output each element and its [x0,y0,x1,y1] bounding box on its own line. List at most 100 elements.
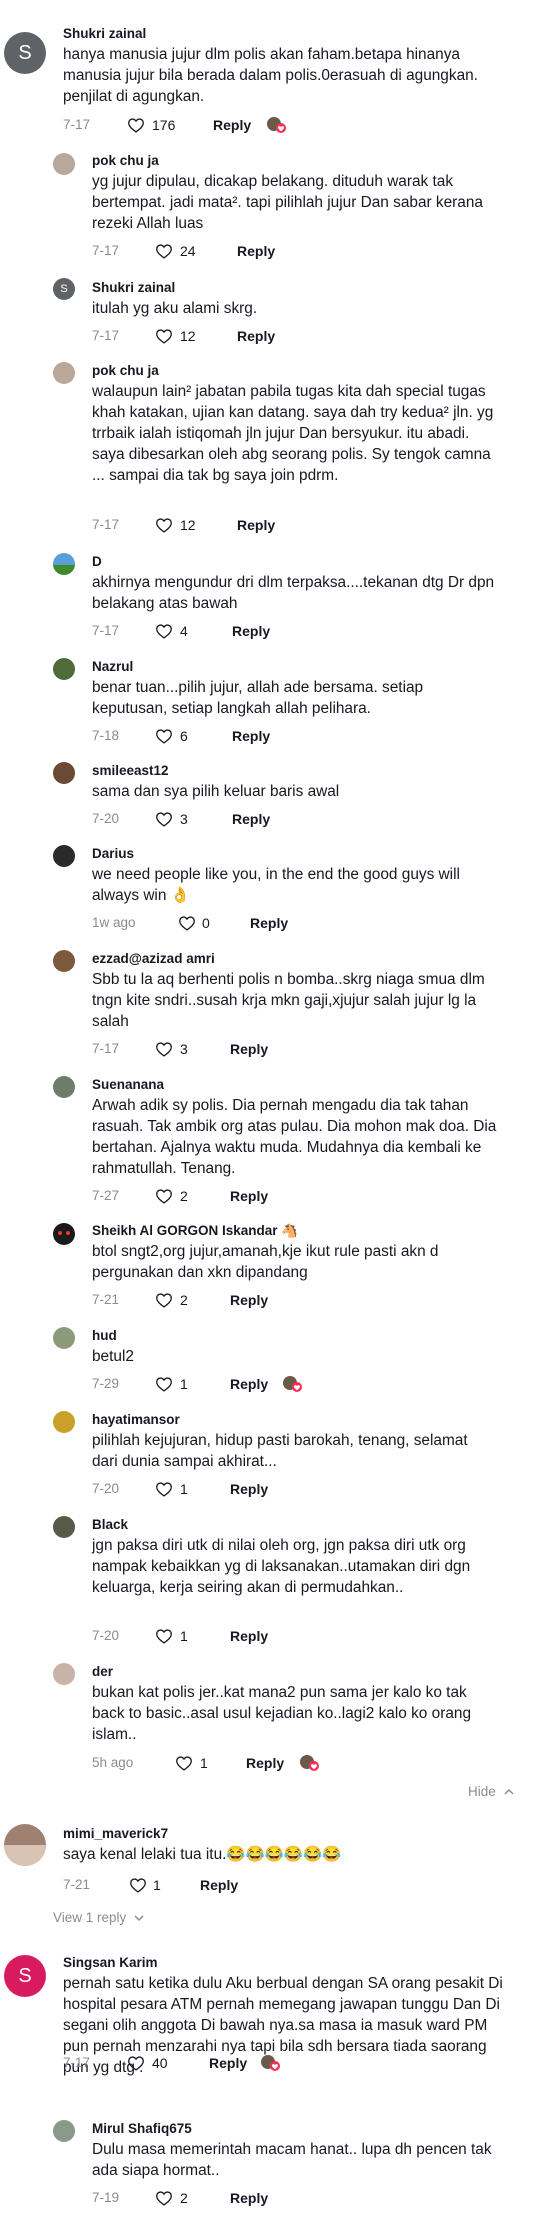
avatar[interactable] [53,845,75,867]
avatar[interactable] [53,1516,75,1538]
avatar[interactable] [53,2120,75,2142]
reply-button[interactable]: Reply [230,2190,268,2206]
avatar[interactable] [53,1223,75,1245]
like-icon[interactable] [175,1755,193,1771]
comment-text: Dulu masa memerintah macam hanat.. lupa … [92,2141,492,2179]
reply-button[interactable]: Reply [200,1877,238,1893]
comment-meta: 7-17 3 Reply [0,1041,533,1059]
comment-username[interactable]: hud [92,1328,117,1343]
comment-meta: 7-20 3 Reply [0,811,533,829]
like-count: 0 [202,915,210,931]
reply-button[interactable]: Reply [237,517,275,533]
comment-username[interactable]: der [92,1664,113,1679]
comment-username[interactable]: pok chu ja [92,153,159,168]
comment-date: 7-17 [92,243,120,258]
avatar[interactable] [53,1076,75,1098]
like-icon[interactable] [127,2055,145,2071]
avatar[interactable] [53,1327,75,1349]
avatar[interactable] [4,1824,46,1866]
comment-username[interactable]: Darius [92,846,134,861]
like-icon[interactable] [155,2190,173,2206]
like-icon[interactable] [129,1877,147,1893]
avatar[interactable] [53,658,75,680]
like-icon[interactable] [155,243,173,259]
avatar[interactable] [53,950,75,972]
hide-replies-button[interactable]: Hide [468,1784,514,1799]
avatar[interactable] [53,762,75,784]
comment-username[interactable]: Sheikh Al GORGON Iskandar 🐴 [92,1223,298,1239]
comment-username[interactable]: smileeast12 [92,763,169,778]
comment-meta: 5h ago 1 Reply [0,1755,533,1773]
reply-button[interactable]: Reply [246,1755,284,1771]
comment-meta: 7-21 1 Reply [0,1877,533,1895]
reply-button[interactable]: Reply [230,1188,268,1204]
like-icon[interactable] [155,328,173,344]
avatar[interactable] [53,1411,75,1433]
like-count: 3 [180,1041,188,1057]
view-replies-button[interactable]: View 1 reply [53,1910,144,1925]
reply-button[interactable]: Reply [232,728,270,744]
like-icon[interactable] [155,1292,173,1308]
comment-date: 7-17 [92,328,120,343]
comment-text: hanya manusia jujur dlm polis akan faham… [63,46,478,105]
comment-username[interactable]: Singsan Karim [63,1955,158,1970]
comment-text: yg jujur dipulau, dicakap belakang. ditu… [92,173,483,232]
like-count: 1 [180,1376,188,1392]
comment-username[interactable]: Shukri zainal [63,26,146,41]
comment-username[interactable]: pok chu ja [92,363,159,378]
avatar[interactable]: S [4,1955,46,1997]
comment-date: 7-17 [92,1041,120,1056]
comment-meta: 7-19 2 Reply [0,2190,533,2208]
reply-button[interactable]: Reply [232,623,270,639]
comment-username[interactable]: hayatimansor [92,1412,180,1427]
avatar[interactable]: S [4,32,46,74]
comment-meta: 7-17 4 Reply [0,623,533,641]
like-count: 2 [180,2190,188,2206]
reply-button[interactable]: Reply [230,1376,268,1392]
like-icon[interactable] [155,517,173,533]
avatar[interactable]: S [53,278,75,300]
like-icon[interactable] [155,1376,173,1392]
reply-button[interactable]: Reply [230,1481,268,1497]
comment-username[interactable]: Shukri zainal [92,280,175,295]
creator-liked-icon [300,1755,319,1771]
like-icon[interactable] [155,811,173,827]
comment-username[interactable]: ezzad@azizad amri [92,951,215,966]
comment-text: bukan kat polis jer..kat mana2 pun sama … [92,1684,472,1743]
avatar[interactable] [53,153,75,175]
reply-button[interactable]: Reply [230,1292,268,1308]
avatar[interactable] [53,362,75,384]
comment-username[interactable]: Suenanana [92,1077,164,1092]
like-count: 6 [180,728,188,744]
comment-meta: 7-29 1 Reply [0,1376,533,1394]
like-icon[interactable] [155,1628,173,1644]
reply-button[interactable]: Reply [237,328,275,344]
reply-button[interactable]: Reply [230,1041,268,1057]
like-icon[interactable] [155,1188,173,1204]
like-icon[interactable] [155,728,173,744]
reply-button[interactable]: Reply [237,243,275,259]
like-icon[interactable] [155,623,173,639]
like-icon[interactable] [127,117,145,133]
comment-username[interactable]: Mirul Shafiq675 [92,2121,192,2136]
comment-username[interactable]: mimi_maverick7 [63,1826,168,1841]
reply-button[interactable]: Reply [250,915,288,931]
avatar[interactable] [53,553,75,575]
like-icon[interactable] [155,1481,173,1497]
comment-username[interactable]: Nazrul [92,659,133,674]
reply-button[interactable]: Reply [213,117,251,133]
reply-button[interactable]: Reply [232,811,270,827]
comment-meta: 7-17 12 Reply [0,328,533,346]
like-icon[interactable] [155,1041,173,1057]
comment-text: sama dan sya pilih keluar baris awal [92,783,340,800]
avatar[interactable] [53,1663,75,1685]
chevron-down-icon [134,1915,144,1922]
comment-date: 7-21 [63,1877,91,1892]
comment-username[interactable]: Black [92,1517,128,1532]
comment-text: walaupun lain² jabatan pabila tugas kita… [92,383,494,484]
reply-button[interactable]: Reply [230,1628,268,1644]
like-count: 40 [152,2055,168,2071]
reply-button[interactable]: Reply [209,2055,247,2071]
like-icon[interactable] [178,915,196,931]
comment-username[interactable]: D [92,554,102,569]
